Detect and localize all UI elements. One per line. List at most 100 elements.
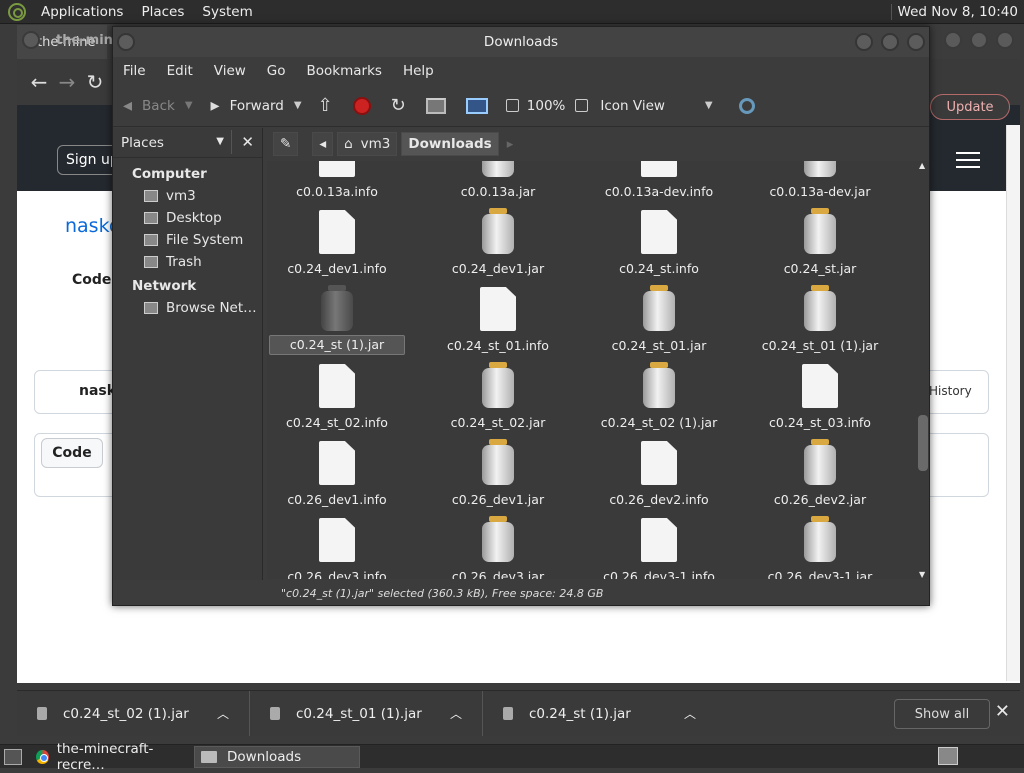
file-item[interactable]: c0.26_dev2.jar	[750, 439, 890, 509]
download-item[interactable]: c0.24_st_01 (1).jar ︿	[250, 691, 483, 736]
download-item[interactable]: c0.24_st (1).jar ︿	[483, 691, 716, 736]
file-item[interactable]: c0.24_st (1).jar	[267, 285, 407, 355]
bg-window-button-icon[interactable]	[22, 31, 40, 49]
reload-icon[interactable]: ↻	[391, 95, 406, 116]
maximize-icon[interactable]	[881, 33, 899, 51]
zoom-level[interactable]: 100%	[527, 98, 566, 114]
stop-icon[interactable]	[352, 96, 371, 115]
sidebar-item-trash[interactable]: Trash	[113, 254, 262, 270]
distro-logo-icon[interactable]	[8, 2, 26, 21]
reload-icon[interactable]: ↻	[81, 68, 109, 96]
download-item[interactable]: c0.24_st_02 (1).jar ︿	[17, 691, 250, 736]
taskbar-item-browser[interactable]: the-minecraft-recre…	[30, 741, 194, 773]
bg-maximize-icon[interactable]	[970, 31, 988, 49]
path-scroll-right-icon[interactable]: ▸	[507, 137, 514, 152]
forward-button[interactable]: ▸ Forward ▼	[211, 95, 302, 116]
home-icon[interactable]	[425, 97, 446, 114]
file-item[interactable]: c0.24_st_03.info	[750, 362, 890, 432]
up-arrow-icon[interactable]: ⇧	[318, 95, 333, 116]
bg-close-icon[interactable]	[996, 31, 1014, 49]
view-mode-dropdown-icon[interactable]: ▼	[705, 100, 713, 111]
sidebar-item-browse-network[interactable]: Browse Net…	[113, 300, 262, 316]
file-item[interactable]: c0.26_dev3.info	[267, 516, 407, 579]
applications-menu[interactable]: Applications	[32, 4, 132, 20]
window-titlebar[interactable]: Downloads	[113, 27, 929, 57]
forward-arrow-icon[interactable]: →	[53, 68, 81, 96]
close-sidebar-icon[interactable]: ✕	[241, 133, 254, 151]
menu-edit[interactable]: Edit	[161, 63, 199, 79]
scroll-up-icon[interactable]: ▲	[919, 161, 925, 170]
sidebar-item-vm3[interactable]: vm3	[113, 188, 262, 204]
file-view-scrollbar[interactable]: ▲ ▼	[917, 161, 929, 579]
file-name: c0.24_st_01 (1).jar	[761, 338, 879, 353]
menu-help[interactable]: Help	[397, 63, 440, 79]
clock[interactable]: Wed Nov 8, 10:40	[890, 3, 1018, 20]
file-item[interactable]: c0.24_dev1.jar	[428, 208, 568, 278]
sidebar-mode-select[interactable]: Places	[121, 135, 164, 151]
menu-bookmarks[interactable]: Bookmarks	[301, 63, 388, 79]
file-item[interactable]: c0.26_dev3-1.info	[589, 516, 729, 579]
chevron-up-icon[interactable]: ︿	[450, 705, 462, 722]
file-item[interactable]: c0.24_st.info	[589, 208, 729, 278]
view-mode-select[interactable]: Icon View	[600, 98, 665, 114]
file-item[interactable]: c0.24_st_01.jar	[589, 285, 729, 355]
file-item[interactable]: c0.26_dev3.jar	[428, 516, 568, 579]
scroll-down-icon[interactable]: ▼	[919, 570, 925, 579]
forward-history-dropdown-icon[interactable]: ▼	[294, 100, 302, 111]
scrollbar-thumb[interactable]	[918, 415, 928, 471]
file-item[interactable]: c0.26_dev1.jar	[428, 439, 568, 509]
sidebar-dropdown-icon[interactable]: ▼	[216, 136, 224, 147]
close-shelf-icon[interactable]: ✕	[995, 701, 1010, 722]
system-menu[interactable]: System	[193, 4, 261, 20]
file-item[interactable]: c0.0.13a.jar	[428, 161, 568, 201]
workspace-switcher-icon[interactable]	[938, 747, 958, 765]
places-menu[interactable]: Places	[132, 4, 193, 20]
code-button[interactable]: Code	[41, 438, 103, 468]
window-menu-icon[interactable]	[117, 33, 135, 51]
show-desktop-icon[interactable]	[4, 748, 22, 765]
file-item[interactable]: c0.26_dev1.info	[267, 439, 407, 509]
history-link[interactable]: History	[929, 384, 972, 398]
hamburger-menu-icon[interactable]	[956, 152, 980, 168]
menu-view[interactable]: View	[208, 63, 252, 79]
path-scroll-left-icon[interactable]: ◂	[312, 132, 334, 156]
file-item[interactable]: c0.24_st_02.jar	[428, 362, 568, 432]
file-item[interactable]: c0.26_dev2.info	[589, 439, 729, 509]
document-file-icon	[319, 364, 355, 408]
file-item[interactable]: c0.24_st_01.info	[428, 285, 568, 355]
sidebar-item-filesystem[interactable]: File System	[113, 232, 262, 248]
owner-link[interactable]: nask	[79, 383, 116, 399]
file-item[interactable]: c0.0.13a-dev.info	[589, 161, 729, 201]
chevron-up-icon[interactable]: ︿	[217, 705, 229, 722]
chevron-up-icon[interactable]: ︿	[684, 705, 696, 722]
file-item[interactable]: c0.24_st_01 (1).jar	[750, 285, 890, 355]
menu-file[interactable]: File	[117, 63, 152, 79]
browser-scrollbar[interactable]	[1006, 125, 1020, 681]
bg-minimize-icon[interactable]	[944, 31, 962, 49]
minimize-icon[interactable]	[855, 33, 873, 51]
search-icon[interactable]	[738, 97, 755, 114]
path-button-vm3[interactable]: ⌂ vm3	[337, 132, 398, 156]
zoom-in-icon[interactable]	[575, 99, 589, 112]
sidebar-item-desktop[interactable]: Desktop	[113, 210, 262, 226]
back-arrow-icon[interactable]: ←	[25, 68, 53, 96]
zoom-out-icon[interactable]	[505, 99, 519, 112]
file-item[interactable]: c0.0.13a.info	[267, 161, 407, 201]
file-item[interactable]: c0.0.13a-dev.jar	[750, 161, 890, 201]
back-button[interactable]: ◂ Back ▼	[123, 95, 193, 116]
menu-go[interactable]: Go	[261, 63, 292, 79]
taskbar-item-downloads[interactable]: Downloads	[194, 745, 360, 768]
code-tab[interactable]: Code	[72, 272, 111, 288]
file-item[interactable]: c0.24_st.jar	[750, 208, 890, 278]
update-button[interactable]: Update	[930, 94, 1010, 120]
file-item[interactable]: c0.24_st_02 (1).jar	[589, 362, 729, 432]
toggle-location-entry-icon[interactable]: ✎	[273, 132, 299, 156]
computer-icon[interactable]	[465, 97, 488, 114]
file-item[interactable]: c0.24_st_02.info	[267, 362, 407, 432]
back-history-dropdown-icon[interactable]: ▼	[185, 100, 193, 111]
path-button-downloads[interactable]: Downloads	[401, 132, 499, 156]
close-icon[interactable]	[907, 33, 925, 51]
file-item[interactable]: c0.24_dev1.info	[267, 208, 407, 278]
file-item[interactable]: c0.26_dev3-1.jar	[750, 516, 890, 579]
show-all-button[interactable]: Show all	[894, 699, 990, 729]
